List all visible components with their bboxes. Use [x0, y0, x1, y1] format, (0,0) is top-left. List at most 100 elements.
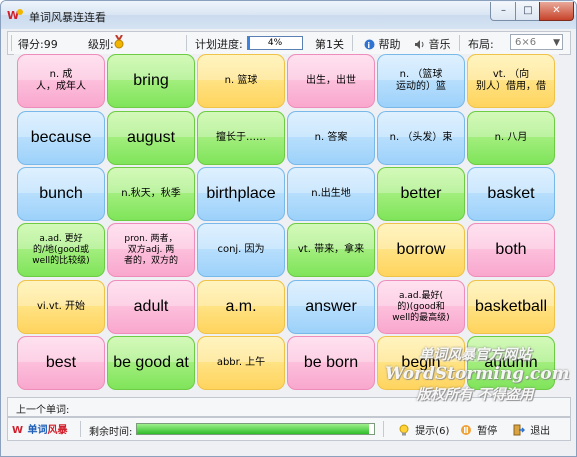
layout-select-value: 6×6 — [515, 37, 537, 48]
word-tile-label: august — [126, 129, 176, 146]
word-tile-label: borrow — [396, 241, 446, 258]
word-tile[interactable]: august — [107, 111, 195, 165]
word-tile[interactable]: adult — [107, 280, 195, 334]
word-tile[interactable]: bring — [107, 54, 195, 108]
hint-button[interactable]: 提示(6) — [398, 422, 449, 437]
time-remaining-bar — [136, 423, 375, 435]
word-tile-label: because — [30, 129, 92, 146]
word-tile-label: be good at — [113, 354, 189, 371]
word-tile-label: autumn — [484, 354, 538, 371]
word-tile[interactable]: a.m. — [197, 280, 285, 334]
exit-label: 退出 — [530, 426, 551, 437]
logo-text-accent: 风暴 — [47, 425, 68, 436]
last-word-label: 上一个单词: — [16, 405, 70, 416]
word-tile[interactable]: abbr. 上午 — [197, 336, 285, 390]
window-title: 单词风暴连连看 — [29, 11, 106, 24]
word-tile[interactable]: pron. 两者， 双方adj. 两 者的，双方的 — [107, 223, 195, 277]
word-tile[interactable]: vt. 带来，拿来 — [287, 223, 375, 277]
close-button[interactable]: ✕ — [539, 2, 574, 21]
word-tile-label: n. （篮球 运动的）篮 — [396, 69, 446, 92]
word-tile-label: bunch — [39, 185, 83, 202]
help-icon: i — [364, 39, 375, 50]
status-strip — [1, 441, 576, 456]
word-tile[interactable]: n.秋天，秋季 — [107, 167, 195, 221]
word-tile[interactable]: 出生，出世 — [287, 54, 375, 108]
plan-progress-label: 计划进度: — [195, 38, 243, 51]
separator — [186, 35, 187, 51]
word-tile-label: conj. 因为 — [217, 244, 265, 255]
word-tile[interactable]: a.ad. 更好 的/地(good或 well的比较级) — [17, 223, 105, 277]
word-tile-label: vi.vt. 开始 — [36, 301, 86, 312]
title-bar: W 单词风暴连连看 – □ ✕ — [1, 1, 576, 29]
info-bar: 得分:99 级别: 计划进度: 4% 第1关 i 帮助 音乐 布局: 6×6 ▼ — [7, 31, 571, 55]
word-tile[interactable]: n.出生地 — [287, 167, 375, 221]
logo-text: 单词 — [27, 425, 48, 436]
pause-icon — [461, 425, 471, 435]
word-tile[interactable]: better — [377, 167, 465, 221]
word-tile-label: basketball — [474, 298, 548, 315]
word-tile[interactable]: answer — [287, 280, 375, 334]
word-tile[interactable]: n. （篮球 运动的）篮 — [377, 54, 465, 108]
word-tile[interactable]: borrow — [377, 223, 465, 277]
word-tile[interactable]: n. 成 人，成年人 — [17, 54, 105, 108]
separator — [383, 421, 384, 437]
word-tile-label: pron. 两者， 双方adj. 两 者的，双方的 — [123, 233, 178, 266]
word-tile-label: vt. 带来，拿来 — [297, 244, 365, 255]
help-button[interactable]: i 帮助 — [364, 36, 401, 52]
word-tile[interactable]: autumn — [467, 336, 555, 390]
word-tile[interactable]: a.ad.最好( 的)(good和 well的最高级) — [377, 280, 465, 334]
word-tile-label: n. （头发）束 — [389, 132, 453, 143]
tile-grid: n. 成 人，成年人 bring n. 篮球 出生，出世 n. （篮球 运动的）篮 vt.… — [14, 54, 559, 396]
word-tile-label: n.出生地 — [311, 188, 351, 199]
word-tile-label: n. 答案 — [314, 132, 348, 143]
app-logo-icon: W — [7, 9, 23, 22]
word-tile[interactable]: bunch — [17, 167, 105, 221]
separator — [11, 35, 12, 51]
word-tile-label: abbr. 上午 — [216, 357, 266, 368]
svg-text:i: i — [367, 41, 370, 50]
word-tile[interactable]: 擅长于…… — [197, 111, 285, 165]
level-label: 级别: — [88, 38, 114, 51]
layout-select[interactable]: 6×6 ▼ — [510, 34, 563, 50]
word-tile-label: a.ad.最好( 的)(good和 well的最高级) — [392, 290, 450, 323]
time-remaining-label: 剩余时间: — [89, 427, 133, 438]
word-tile[interactable]: best — [17, 336, 105, 390]
brand-logo: W 单词风暴 — [12, 421, 67, 436]
music-button[interactable]: 音乐 — [414, 36, 451, 52]
separator — [459, 35, 460, 51]
word-tile[interactable]: because — [17, 111, 105, 165]
word-tile-label: birthplace — [206, 185, 276, 202]
word-tile-label: adult — [133, 298, 169, 315]
word-tile[interactable]: vt. （向 别人）借用，借 — [467, 54, 555, 108]
word-tile[interactable]: basket — [467, 167, 555, 221]
word-tile[interactable]: conj. 因为 — [197, 223, 285, 277]
word-tile-label: 擅长于…… — [216, 132, 266, 143]
word-tile[interactable]: n. （头发）束 — [377, 111, 465, 165]
lightbulb-icon — [399, 424, 409, 436]
word-tile[interactable]: both — [467, 223, 555, 277]
word-tile[interactable]: basketball — [467, 280, 555, 334]
word-tile[interactable]: birthplace — [197, 167, 285, 221]
exit-button[interactable]: 退出 — [513, 422, 550, 437]
word-tile[interactable]: n. 八月 — [467, 111, 555, 165]
maximize-button[interactable]: □ — [515, 2, 541, 21]
plan-progress-bar: 4% — [247, 36, 303, 50]
word-tile-label: n. 八月 — [494, 132, 528, 143]
word-tile[interactable]: be born — [287, 336, 375, 390]
app-logo-icon: W — [12, 425, 23, 436]
hint-label: 提示(6) — [415, 426, 450, 437]
word-tile[interactable]: be good at — [107, 336, 195, 390]
word-tile[interactable]: n. 篮球 — [197, 54, 285, 108]
word-tile-label: a.m. — [225, 298, 257, 315]
word-tile-label: n.秋天，秋季 — [121, 188, 181, 199]
minimize-button[interactable]: – — [490, 2, 517, 21]
word-tile-label: better — [400, 185, 442, 202]
word-tile[interactable]: n. 答案 — [287, 111, 375, 165]
word-tile-label: be born — [303, 354, 359, 371]
word-tile-label: both — [495, 241, 527, 258]
word-tile[interactable]: begin — [377, 336, 465, 390]
time-remaining-fill — [137, 424, 370, 434]
pause-button[interactable]: 暂停 — [460, 422, 497, 437]
word-tile[interactable]: vi.vt. 开始 — [17, 280, 105, 334]
bottom-bar: W 单词风暴 剩余时间: 提示(6) 暂停 退出 — [7, 417, 571, 441]
